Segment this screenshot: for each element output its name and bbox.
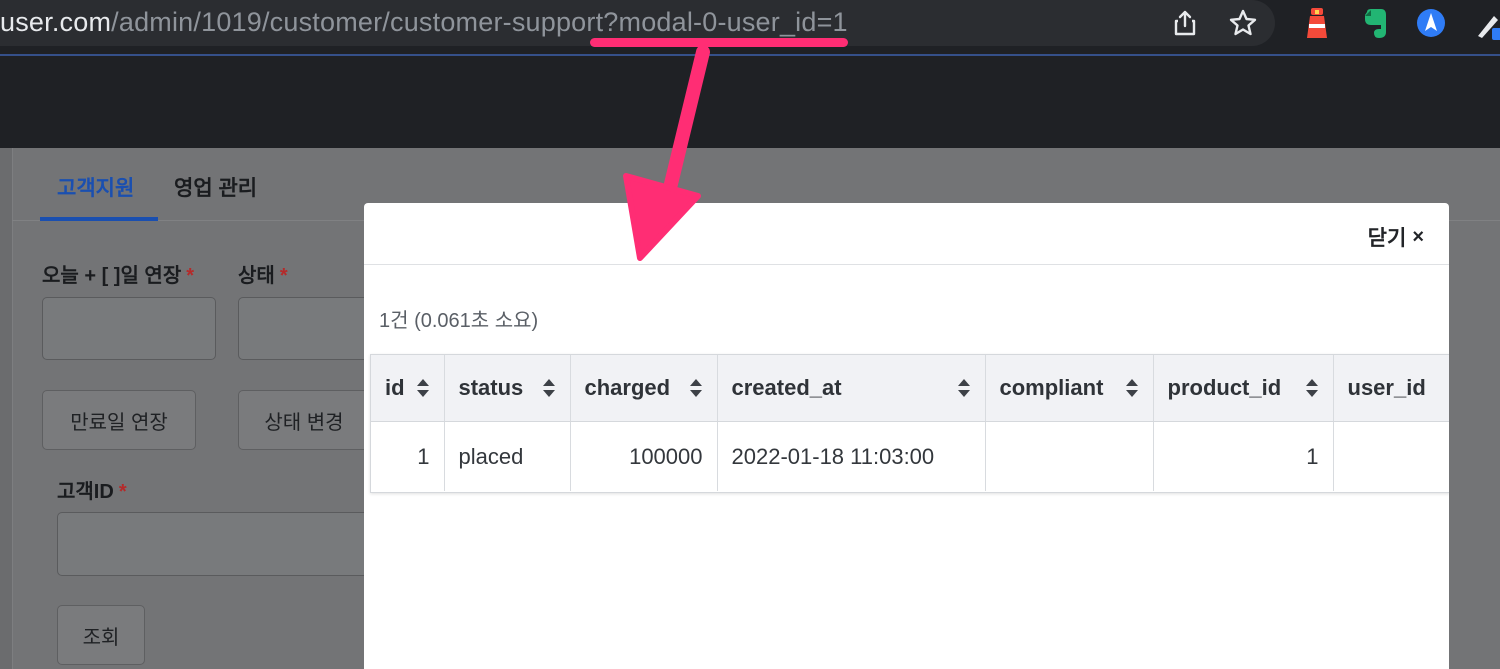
url-query-highlight	[590, 38, 848, 47]
table-header-row: id status charged created_at compliant p…	[371, 355, 1449, 422]
sort-icon[interactable]	[1125, 378, 1139, 398]
column-header-charged[interactable]: charged	[570, 355, 718, 422]
cell-compliant	[985, 421, 1154, 491]
column-header-user-id[interactable]: user_id	[1333, 355, 1449, 422]
url-path: /admin/1019/customer/customer-support	[111, 7, 604, 37]
pen-extension-icon[interactable]	[1474, 6, 1500, 40]
cell-status: placed	[444, 421, 571, 491]
column-header-compliant[interactable]: compliant	[985, 355, 1154, 422]
column-header-id[interactable]: id	[371, 355, 445, 422]
url-text[interactable]: user.com/admin/1019/customer/customer-su…	[0, 5, 848, 39]
result-table: id status charged created_at compliant p…	[370, 354, 1449, 493]
change-status-button[interactable]: 상태 변경	[238, 390, 370, 450]
star-icon[interactable]	[1228, 8, 1258, 38]
table-row[interactable]: 1 placed 100000 2022-01-18 11:03:00 1 1	[371, 421, 1449, 491]
url-host: user.com	[0, 7, 112, 37]
extend-days-label: 오늘 + [ ]일 연장 *	[42, 265, 195, 287]
cell-charged: 100000	[570, 421, 718, 491]
share-icon[interactable]	[1170, 8, 1200, 38]
column-header-created-at[interactable]: created_at	[717, 355, 986, 422]
result-modal: 닫기 × 1건 (0.061초 소요) id status charged cr…	[364, 203, 1449, 669]
tab-sales-management[interactable]: 영업 관리	[174, 172, 257, 202]
column-header-status[interactable]: status	[444, 355, 571, 422]
sort-icon[interactable]	[416, 378, 430, 398]
close-label: 닫기	[1367, 227, 1407, 250]
navigation-extension-icon[interactable]	[1416, 6, 1446, 40]
browser-chrome: user.com/admin/1019/customer/customer-su…	[0, 0, 1500, 148]
column-header-product-id[interactable]: product_id	[1153, 355, 1334, 422]
extend-days-input[interactable]	[42, 297, 216, 360]
tab-customer-support[interactable]: 고객지원	[57, 172, 134, 202]
active-tab-indicator	[40, 217, 158, 221]
sort-icon[interactable]	[689, 378, 703, 398]
cell-created-at: 2022-01-18 11:03:00	[717, 421, 986, 491]
evernote-extension-icon[interactable]	[1360, 6, 1390, 40]
cell-user-id: 1	[1333, 421, 1449, 491]
address-bar[interactable]: user.com/admin/1019/customer/customer-su…	[0, 0, 1275, 47]
modal-header: 닫기 ×	[364, 203, 1449, 265]
sort-icon[interactable]	[1305, 378, 1319, 398]
url-query: ?modal-0-user_id=1	[603, 7, 848, 37]
extend-expiry-button[interactable]: 만료일 연장	[42, 390, 196, 450]
result-count: 1건 (0.061초 소요)	[379, 310, 539, 332]
status-select[interactable]	[238, 297, 370, 360]
status-label: 상태 *	[238, 265, 288, 287]
close-icon: ×	[1412, 225, 1424, 248]
close-button[interactable]: 닫기 ×	[1368, 222, 1424, 252]
toolbar-divider	[0, 54, 1500, 56]
customer-id-label: 고객ID *	[57, 481, 127, 503]
sidebar-edge	[0, 148, 13, 669]
cell-id: 1	[371, 421, 445, 491]
cell-product-id: 1	[1153, 421, 1334, 491]
sort-icon[interactable]	[542, 378, 556, 398]
lighthouse-extension-icon[interactable]	[1302, 6, 1332, 40]
sort-icon[interactable]	[957, 378, 971, 398]
customer-id-input[interactable]	[57, 512, 379, 576]
search-button[interactable]: 조회	[57, 605, 145, 665]
